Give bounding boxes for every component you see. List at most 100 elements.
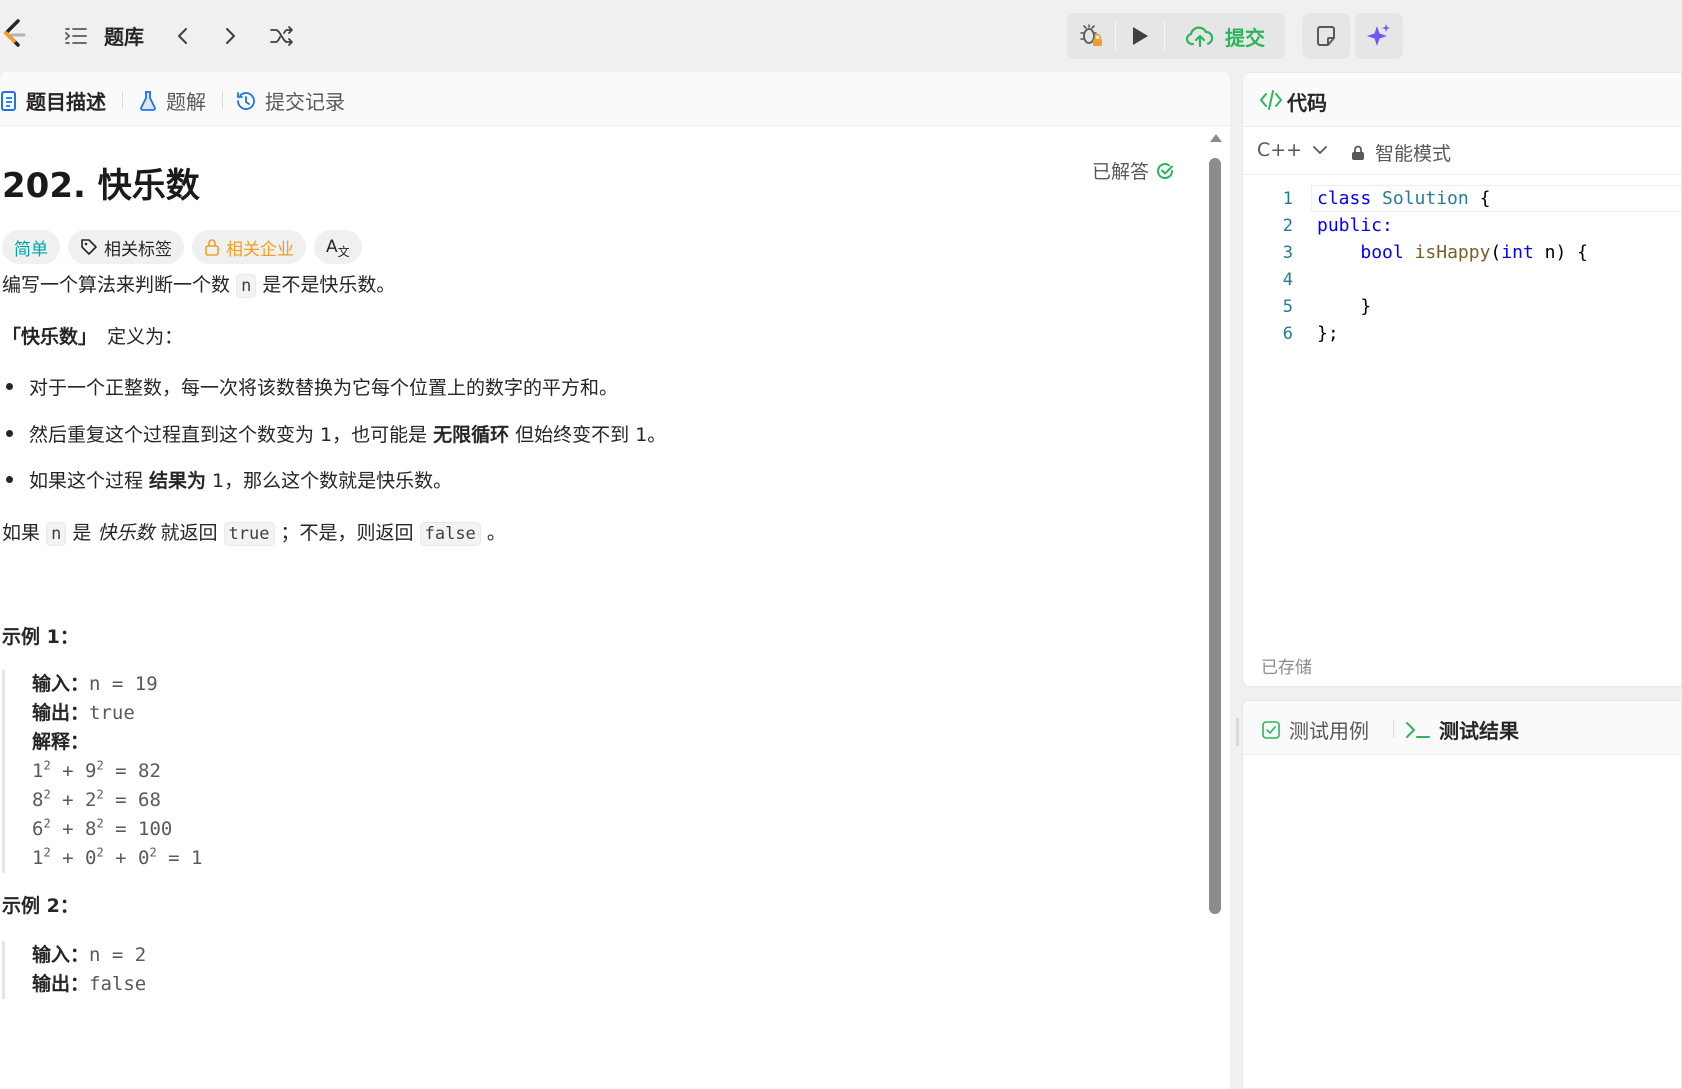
explain-line: 12 + 02 + 02 = 1 bbox=[32, 845, 203, 869]
explain-line: 62 + 82 = 100 bbox=[32, 816, 173, 840]
intro-text: 编写一个算法来判断一个数 bbox=[2, 274, 231, 296]
chevron-left-icon bbox=[178, 28, 187, 44]
example-output-label: 输出： bbox=[32, 973, 90, 995]
list-item: 如果这个过程 结果为 1，那么这个数就是快乐数。 bbox=[2, 466, 452, 493]
return-text: 是 bbox=[72, 522, 92, 544]
next-problem-button[interactable] bbox=[214, 20, 246, 52]
tab-solutions[interactable]: 题解 bbox=[138, 86, 206, 115]
tab-divider bbox=[122, 91, 123, 109]
debug-lock-icon bbox=[1080, 24, 1102, 46]
list-icon[interactable] bbox=[64, 24, 88, 48]
example-input-value: n = 19 bbox=[89, 673, 158, 695]
tab-test-cases-label: 测试用例 bbox=[1289, 719, 1369, 743]
example-1-title: 示例 1： bbox=[2, 626, 79, 648]
submit-button[interactable]: 提交 bbox=[1165, 13, 1285, 59]
code-line: 4 bbox=[1243, 266, 1681, 293]
chevron-down-icon bbox=[1313, 146, 1328, 155]
tab-description-label: 题目描述 bbox=[26, 90, 106, 114]
play-icon bbox=[1133, 27, 1148, 45]
chevron-right-icon bbox=[226, 28, 235, 44]
difficulty-badge: 简单 bbox=[2, 230, 60, 264]
tab-submissions[interactable]: 提交记录 bbox=[235, 86, 345, 115]
flask-icon bbox=[140, 90, 156, 111]
definition-term: 「快乐数」 bbox=[2, 326, 98, 348]
return-description: 如果 n 是 快乐数 就返回 true ；不是，则返回 false 。 bbox=[2, 518, 506, 546]
ai-assistant-button[interactable] bbox=[1355, 13, 1403, 59]
line-number: 1 bbox=[1282, 188, 1293, 209]
return-text: 就返回 bbox=[160, 522, 218, 544]
explain-line: 12 + 92 = 82 bbox=[32, 758, 161, 782]
random-problem-button[interactable] bbox=[266, 20, 298, 52]
inline-code-n: n bbox=[236, 274, 257, 298]
smart-mode-toggle[interactable]: 智能模式 bbox=[1351, 139, 1451, 166]
note-button[interactable] bbox=[1302, 13, 1350, 59]
code-line: 1 class Solution { bbox=[1243, 185, 1681, 212]
sparkle-icon bbox=[1367, 24, 1390, 46]
problem-list-title[interactable]: 题库 bbox=[104, 21, 144, 50]
description-tabs: 题目描述 题解 提交记录 bbox=[0, 72, 1230, 126]
panel-resize-handle[interactable] bbox=[1236, 718, 1239, 746]
tags-label: 相关标签 bbox=[104, 239, 172, 260]
tab-description[interactable]: 题目描述 bbox=[0, 86, 106, 115]
code-editor[interactable]: 1 class Solution { 2 public: 3 bool isHa… bbox=[1243, 185, 1681, 347]
line-number: 4 bbox=[1282, 269, 1293, 290]
prev-problem-button[interactable] bbox=[167, 20, 199, 52]
logo-icon[interactable] bbox=[0, 17, 26, 53]
example-1-block: 输入：n = 19 输出：true 解释： 12 + 92 = 82 82 + … bbox=[2, 670, 202, 873]
list-item: 然后重复这个过程直到这个数变为 1，也可能是 无限循环 但始终变不到 1。 bbox=[2, 420, 666, 447]
code-line: 6 }; bbox=[1243, 320, 1681, 347]
debug-button[interactable] bbox=[1067, 13, 1115, 59]
bullet-dot bbox=[6, 383, 13, 390]
scroll-thumb[interactable] bbox=[1209, 158, 1221, 914]
tab-divider bbox=[222, 91, 223, 109]
inline-code-false: false bbox=[419, 522, 481, 546]
cloud-upload-icon bbox=[1185, 26, 1214, 48]
check-circle-icon bbox=[1157, 162, 1174, 179]
definition-line: 「快乐数」 定义为： bbox=[2, 322, 183, 349]
companies-chip[interactable]: 相关企业 bbox=[192, 230, 306, 264]
line-number: 2 bbox=[1282, 215, 1293, 236]
smart-mode-label: 智能模式 bbox=[1375, 143, 1452, 165]
top-bar: 题库 提交 bbox=[0, 0, 1682, 72]
translate-chip[interactable]: A文 bbox=[314, 230, 362, 264]
example-input-label: 输入： bbox=[32, 673, 90, 695]
list-item-text: 然后重复这个过程直到这个数变为 1，也可能是 bbox=[29, 424, 428, 446]
run-button[interactable] bbox=[1116, 13, 1164, 59]
list-item-bold: 结果为 bbox=[149, 470, 207, 492]
inline-code-true: true bbox=[223, 522, 275, 546]
language-label: C++ bbox=[1257, 139, 1303, 161]
tab-test-results-label: 测试结果 bbox=[1439, 719, 1519, 743]
list-item-text: 但始终变不到 1。 bbox=[515, 424, 667, 446]
list-item-text: 如果这个过程 bbox=[29, 470, 144, 492]
example-input-value: n = 2 bbox=[89, 944, 147, 966]
example-output-value: true bbox=[89, 702, 135, 724]
code-line: 2 public: bbox=[1243, 212, 1681, 239]
translate-icon-sub: 文 bbox=[337, 244, 350, 259]
definition-text: 定义为： bbox=[107, 326, 184, 348]
note-icon bbox=[1317, 26, 1335, 46]
tab-solutions-label: 题解 bbox=[166, 90, 206, 114]
bullet-dot bbox=[6, 476, 13, 483]
example-explain-label: 解释： bbox=[32, 731, 90, 753]
return-text: 如果 bbox=[2, 522, 41, 544]
example-output-value: false bbox=[89, 973, 147, 995]
code-panel-title: 代码 bbox=[1287, 91, 1327, 115]
tags-chip[interactable]: 相关标签 bbox=[68, 230, 184, 264]
language-select[interactable]: C++ bbox=[1257, 139, 1328, 161]
tag-icon bbox=[81, 239, 97, 255]
submit-label: 提交 bbox=[1225, 25, 1265, 50]
tab-divider bbox=[1393, 720, 1394, 738]
problem-title[interactable]: 202. 快乐数 bbox=[2, 158, 200, 207]
difficulty-label: 简单 bbox=[14, 239, 48, 260]
saved-status: 已存储 bbox=[1261, 658, 1312, 678]
translate-icon: A bbox=[326, 237, 338, 257]
code-line: 5 } bbox=[1243, 293, 1681, 320]
description-scrollbar[interactable] bbox=[1208, 134, 1222, 914]
tab-test-results[interactable]: 测试结果 bbox=[1405, 715, 1519, 744]
tab-test-cases[interactable]: 测试用例 bbox=[1261, 715, 1369, 744]
example-2-title: 示例 2： bbox=[2, 895, 79, 917]
scroll-up-arrow[interactable] bbox=[1210, 134, 1222, 142]
problem-intro: 编写一个算法来判断一个数 n 是不是快乐数。 bbox=[2, 270, 395, 298]
terminal-icon bbox=[1406, 721, 1430, 738]
code-icon bbox=[1260, 90, 1282, 110]
